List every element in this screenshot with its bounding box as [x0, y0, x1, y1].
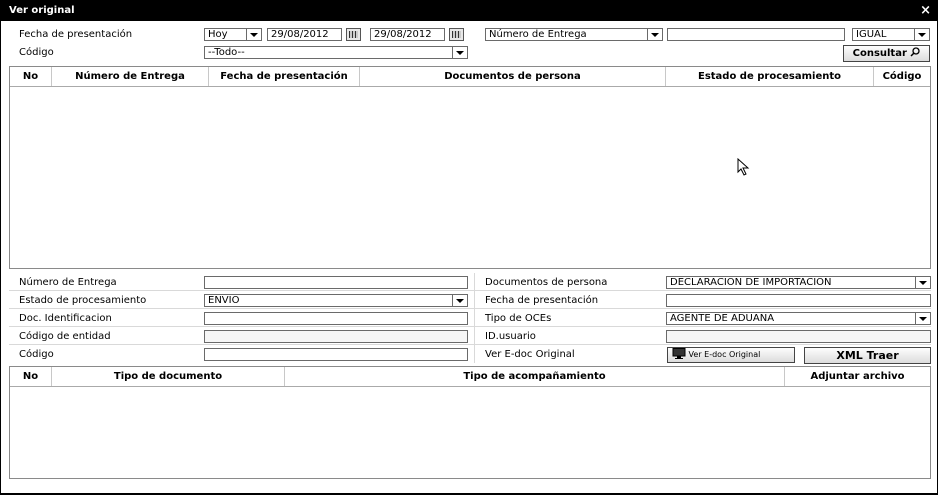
tipo-oces-value: AGENTE DE ADUANA	[670, 313, 775, 324]
codigo-entidad-label: Código de entidad	[19, 331, 111, 342]
column-header-tipo-acompanamiento[interactable]: Tipo de acompañamiento	[285, 367, 785, 386]
chevron-down-icon	[647, 29, 662, 40]
consultar-button[interactable]: Consultar	[843, 45, 930, 62]
ver-edoc-label: Ver E-doc Original	[485, 349, 575, 360]
estado-label: Estado de procesamiento	[19, 295, 147, 306]
window-title: Ver original	[9, 5, 75, 16]
documentos-persona-value: DECLARACION DE IMPORTACION	[670, 277, 832, 288]
consultar-label: Consultar	[852, 48, 907, 59]
chevron-down-icon	[915, 277, 930, 288]
column-header-numero-entrega[interactable]: Número de Entrega	[52, 67, 209, 86]
calendar-icon[interactable]	[449, 28, 464, 41]
codigo-detail-label: Código	[19, 349, 54, 360]
column-header-no[interactable]: No	[10, 367, 52, 386]
id-usuario-input[interactable]	[666, 330, 931, 343]
id-usuario-label: ID.usuario	[485, 331, 536, 342]
codigo-select-value: --Todo--	[208, 47, 245, 58]
chevron-down-icon	[246, 29, 261, 40]
date-to-input[interactable]: 29/08/2012	[370, 28, 445, 41]
detail-form: Número de Entrega Estado de procesamient…	[9, 273, 931, 365]
search-icon	[910, 47, 921, 57]
operator-value: IGUAL	[856, 29, 887, 40]
doc-identificacion-input[interactable]	[204, 312, 468, 325]
results-table-body	[10, 87, 930, 268]
documentos-persona-label: Documentos de persona	[485, 277, 608, 288]
numero-entrega-input[interactable]	[204, 276, 468, 289]
fecha-period-value: Hoy	[208, 29, 228, 40]
criterion-select[interactable]: Número de Entrega	[485, 28, 663, 41]
fecha-detail-input[interactable]	[666, 294, 931, 307]
fecha-presentacion-label: Fecha de presentación	[19, 29, 133, 40]
date-to-value: 29/08/2012	[374, 29, 432, 40]
tipo-oces-select[interactable]: AGENTE DE ADUANA	[666, 312, 931, 325]
fecha-detail-label: Fecha de presentación	[485, 295, 599, 306]
column-header-tipo-documento[interactable]: Tipo de documento	[52, 367, 285, 386]
fecha-period-select[interactable]: Hoy	[204, 28, 262, 41]
column-header-no[interactable]: No	[10, 67, 52, 86]
chevron-down-icon	[914, 29, 929, 40]
numero-entrega-label: Número de Entrega	[19, 277, 117, 288]
close-icon[interactable]: ×	[920, 3, 931, 19]
date-from-value: 29/08/2012	[271, 29, 329, 40]
codigo-label: Código	[19, 47, 54, 58]
results-table: No Número de Entrega Fecha de presentaci…	[9, 66, 931, 269]
calendar-icon[interactable]	[346, 28, 361, 41]
column-header-documentos[interactable]: Documentos de persona	[360, 67, 666, 86]
criterion-value: Número de Entrega	[489, 29, 587, 40]
date-from-input[interactable]: 29/08/2012	[267, 28, 342, 41]
title-bar: Ver original ×	[1, 1, 937, 21]
column-header-adjuntar-archivo[interactable]: Adjuntar archivo	[785, 367, 930, 386]
ver-edoc-button-label: Ver E-doc Original	[688, 350, 761, 359]
column-header-fecha[interactable]: Fecha de presentación	[209, 67, 360, 86]
ver-original-window: Ver original × Fecha de presentación Hoy…	[0, 0, 938, 495]
column-header-codigo[interactable]: Código	[874, 67, 930, 86]
results-table-header: No Número de Entrega Fecha de presentaci…	[10, 67, 930, 87]
codigo-detail-input[interactable]	[204, 348, 468, 361]
codigo-entidad-input[interactable]	[204, 330, 468, 343]
attachments-table-header: No Tipo de documento Tipo de acompañamie…	[10, 367, 930, 387]
attachments-table: No Tipo de documento Tipo de acompañamie…	[9, 366, 931, 479]
estado-value: ENVIO	[208, 295, 240, 306]
monitor-icon	[672, 348, 686, 359]
codigo-select[interactable]: --Todo--	[204, 46, 468, 59]
chevron-down-icon	[452, 295, 467, 306]
attachments-table-body	[10, 387, 930, 478]
estado-select[interactable]: ENVIO	[204, 294, 468, 307]
chevron-down-icon	[452, 47, 467, 58]
xml-traer-button[interactable]: XML Traer	[804, 347, 931, 364]
mouse-cursor-icon	[737, 158, 750, 176]
operator-select[interactable]: IGUAL	[852, 28, 930, 41]
doc-identificacion-label: Doc. Identificacion	[19, 313, 112, 324]
criterion-value-input[interactable]	[667, 28, 845, 41]
ver-edoc-original-button[interactable]: Ver E-doc Original	[667, 347, 795, 363]
column-header-estado[interactable]: Estado de procesamiento	[666, 67, 874, 86]
chevron-down-icon	[915, 313, 930, 324]
tipo-oces-label: Tipo de OCEs	[485, 313, 552, 324]
documentos-persona-select[interactable]: DECLARACION DE IMPORTACION	[666, 276, 931, 289]
